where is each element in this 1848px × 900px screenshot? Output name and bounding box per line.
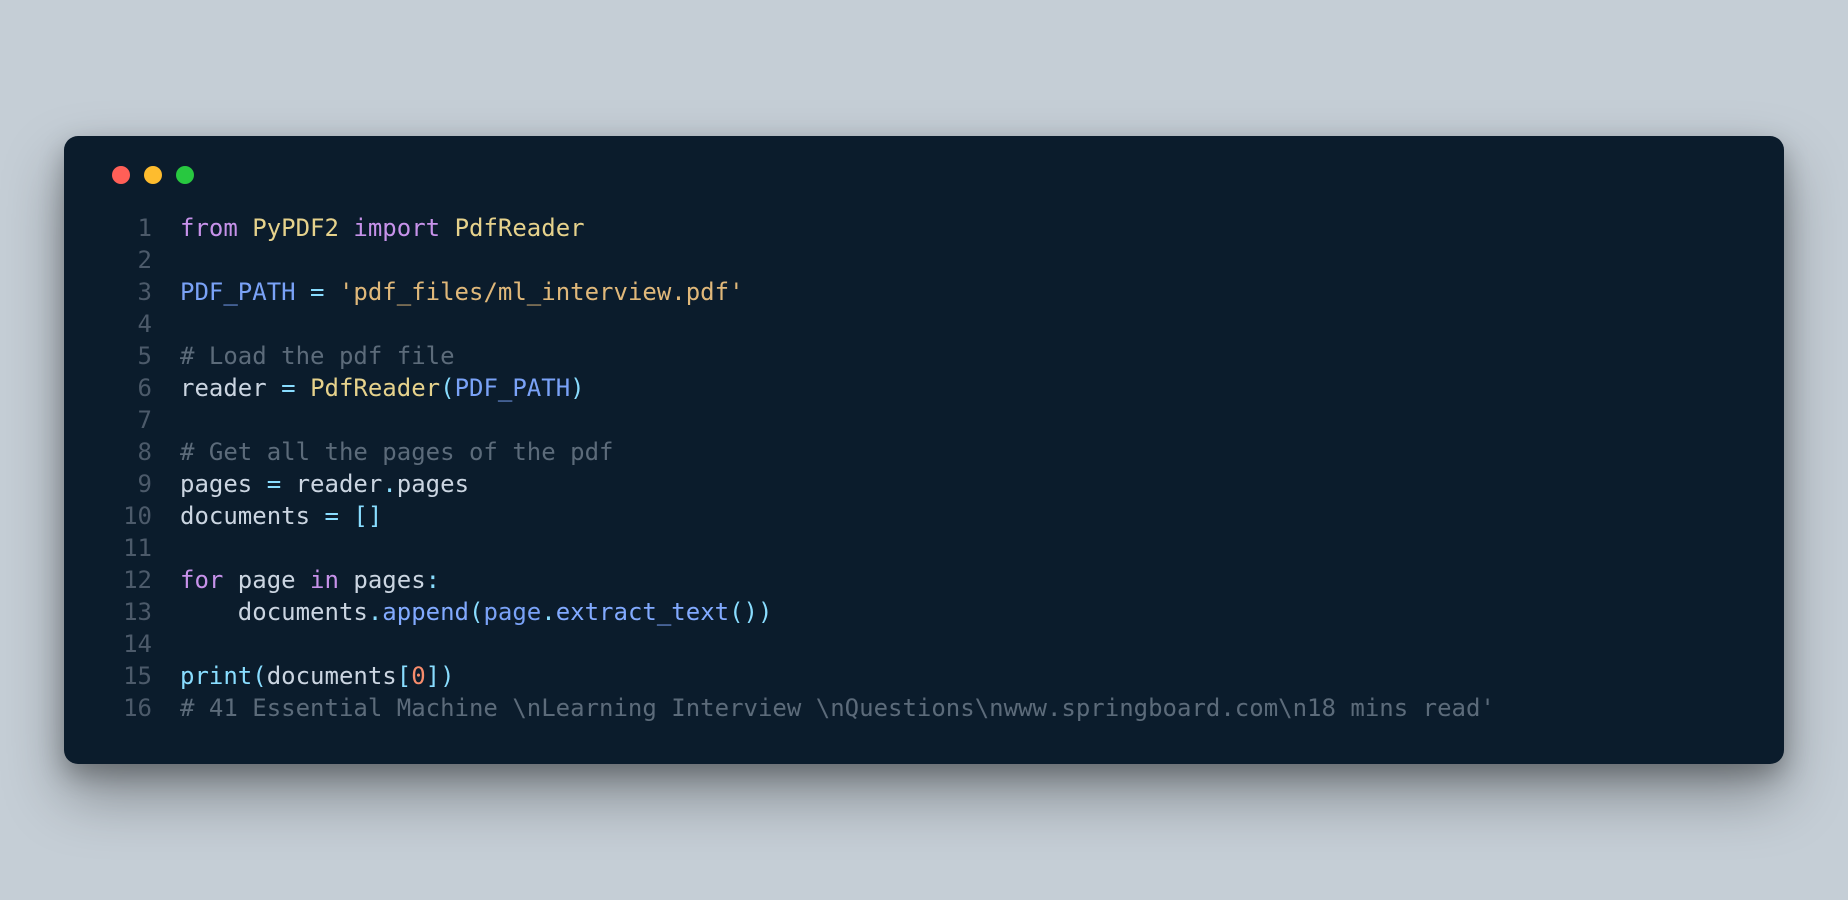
token: reader xyxy=(180,374,281,402)
token: # Load the pdf file xyxy=(180,342,455,370)
line-number: 9 xyxy=(104,468,152,500)
token: append xyxy=(382,598,469,626)
token: ( xyxy=(469,598,483,626)
code-area[interactable]: 1 from PyPDF2 import PdfReader 2 3 PDF_PATH… xyxy=(104,212,1734,724)
token: ) xyxy=(570,374,584,402)
token: pages xyxy=(180,470,267,498)
code-content[interactable]: from PyPDF2 import PdfReader xyxy=(180,212,585,244)
line-number: 8 xyxy=(104,436,152,468)
token: page xyxy=(483,598,541,626)
code-content[interactable]: print(documents[0]) xyxy=(180,660,455,692)
token: ()) xyxy=(729,598,772,626)
token: PDF_PATH xyxy=(455,374,571,402)
line-number: 15 xyxy=(104,660,152,692)
token: extract_text xyxy=(556,598,729,626)
token: page xyxy=(238,566,310,594)
code-line[interactable]: 14 xyxy=(104,628,1734,660)
code-content[interactable]: # Get all the pages of the pdf xyxy=(180,436,613,468)
token: . xyxy=(368,598,382,626)
token: . xyxy=(541,598,555,626)
token: = xyxy=(267,470,296,498)
code-content[interactable] xyxy=(180,244,194,276)
code-line[interactable]: 16 # 41 Essential Machine \nLearning Inte… xyxy=(104,692,1734,724)
code-line[interactable]: 13 documents.append(page.extract_text()) xyxy=(104,596,1734,628)
line-number: 11 xyxy=(104,532,152,564)
token: = xyxy=(281,374,310,402)
code-line[interactable]: 15 print(documents[0]) xyxy=(104,660,1734,692)
code-content[interactable] xyxy=(180,404,194,436)
token: reader xyxy=(296,470,383,498)
code-line[interactable]: 8 # Get all the pages of the pdf xyxy=(104,436,1734,468)
close-icon[interactable] xyxy=(112,166,130,184)
code-line[interactable]: 2 xyxy=(104,244,1734,276)
code-line[interactable]: 9pages = reader.pages xyxy=(104,468,1734,500)
code-content[interactable] xyxy=(180,308,194,340)
line-number: 16 xyxy=(104,692,152,724)
line-number: 3 xyxy=(104,276,152,308)
token: # 41 Essential Machine \nLearning Interv… xyxy=(180,694,1495,722)
line-number: 5 xyxy=(104,340,152,372)
line-number: 1 xyxy=(104,212,152,244)
token: ( xyxy=(252,662,266,690)
token: : xyxy=(426,566,440,594)
token: documents xyxy=(267,662,397,690)
code-line[interactable]: 7 xyxy=(104,404,1734,436)
token: 0 xyxy=(411,662,425,690)
code-editor-window: 1 from PyPDF2 import PdfReader 2 3 PDF_PATH… xyxy=(64,136,1784,764)
line-number: 4 xyxy=(104,308,152,340)
code-line[interactable]: 6 reader = PdfReader(PDF_PATH) xyxy=(104,372,1734,404)
token: 'pdf_files/ml_interview.pdf' xyxy=(339,278,744,306)
token xyxy=(180,598,238,626)
line-number: 2 xyxy=(104,244,152,276)
code-line[interactable]: 3 PDF_PATH = 'pdf_files/ml_interview.pdf' xyxy=(104,276,1734,308)
line-number: 13 xyxy=(104,596,152,628)
code-content[interactable]: pages = reader.pages xyxy=(180,468,469,500)
code-line[interactable]: 10 documents = [] xyxy=(104,500,1734,532)
code-content[interactable]: documents.append(page.extract_text()) xyxy=(180,596,772,628)
token: ]) xyxy=(426,662,455,690)
token: [ xyxy=(397,662,411,690)
minimize-icon[interactable] xyxy=(144,166,162,184)
line-number: 10 xyxy=(104,500,152,532)
code-line[interactable]: 1 from PyPDF2 import PdfReader xyxy=(104,212,1734,244)
code-line[interactable]: 4 xyxy=(104,308,1734,340)
code-content[interactable] xyxy=(180,532,194,564)
code-content[interactable]: # 41 Essential Machine \nLearning Interv… xyxy=(180,692,1495,724)
line-number: 7 xyxy=(104,404,152,436)
token: in xyxy=(310,566,353,594)
token: import xyxy=(353,214,454,242)
window-titlebar xyxy=(104,166,1734,184)
token: PDF_PATH xyxy=(180,278,310,306)
token: = xyxy=(310,278,339,306)
code-content[interactable]: # Load the pdf file xyxy=(180,340,455,372)
token: documents xyxy=(180,502,325,530)
token: PdfReader xyxy=(310,374,440,402)
code-line[interactable]: 11 xyxy=(104,532,1734,564)
maximize-icon[interactable] xyxy=(176,166,194,184)
code-content[interactable] xyxy=(180,628,194,660)
line-number: 6 xyxy=(104,372,152,404)
token: PyPDF2 xyxy=(252,214,353,242)
token: PdfReader xyxy=(455,214,585,242)
code-content[interactable]: for page in pages: xyxy=(180,564,440,596)
token: ( xyxy=(440,374,454,402)
token: = xyxy=(325,502,354,530)
token: . xyxy=(382,470,396,498)
code-line[interactable]: 12 for page in pages: xyxy=(104,564,1734,596)
token: pages xyxy=(397,470,469,498)
token: print xyxy=(180,662,252,690)
token: # Get all the pages of the pdf xyxy=(180,438,613,466)
token: documents xyxy=(238,598,368,626)
line-number: 12 xyxy=(104,564,152,596)
token: from xyxy=(180,214,252,242)
token: pages xyxy=(353,566,425,594)
code-line[interactable]: 5 # Load the pdf file xyxy=(104,340,1734,372)
code-content[interactable]: reader = PdfReader(PDF_PATH) xyxy=(180,372,585,404)
token: [] xyxy=(353,502,382,530)
token: for xyxy=(180,566,238,594)
code-content[interactable]: PDF_PATH = 'pdf_files/ml_interview.pdf' xyxy=(180,276,744,308)
code-content[interactable]: documents = [] xyxy=(180,500,382,532)
line-number: 14 xyxy=(104,628,152,660)
